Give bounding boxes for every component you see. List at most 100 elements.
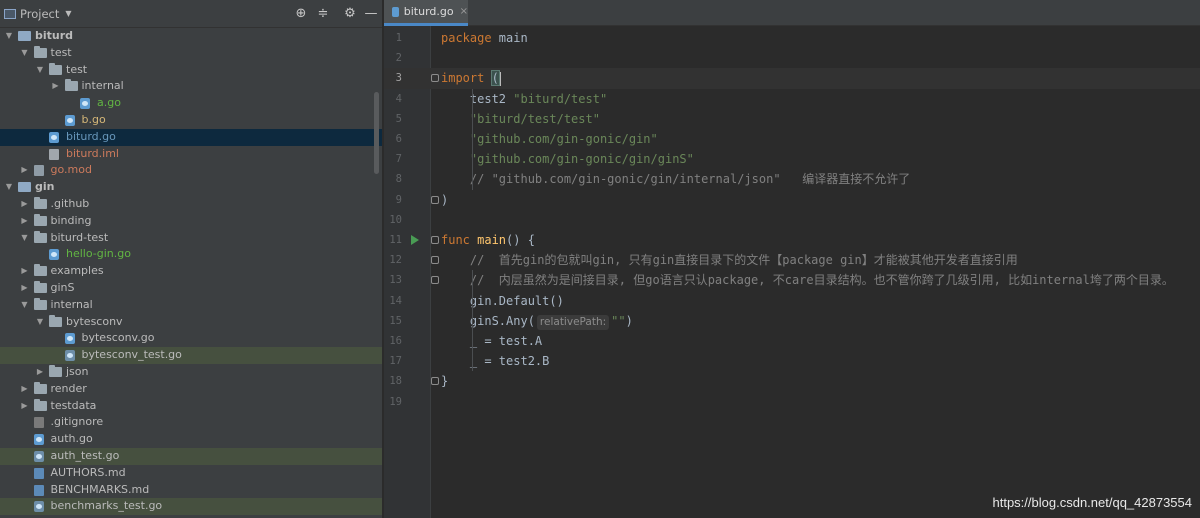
code-line[interactable]: 14 gin.Default() <box>384 291 1200 311</box>
tree-row[interactable]: ▶ testdata <box>0 398 382 415</box>
expand-arrow-icon[interactable]: ▼ <box>20 45 30 62</box>
code-line[interactable]: 6 "github.com/gin-gonic/gin" <box>384 129 1200 149</box>
code-line[interactable]: 5 "biturd/test/test" <box>384 109 1200 129</box>
code-line[interactable]: 10 <box>384 210 1200 230</box>
go-file-icon <box>64 114 75 126</box>
tree-row[interactable]: biturd.go <box>0 128 382 146</box>
expand-arrow-icon[interactable]: ▼ <box>4 179 14 196</box>
expand-arrow-icon[interactable]: ▼ <box>35 62 45 79</box>
collapse-arrow-icon[interactable]: ▶ <box>20 196 30 213</box>
collapse-all-icon[interactable]: ≑ <box>315 6 331 22</box>
tree-row[interactable]: ▼ test <box>0 45 382 62</box>
tree-row[interactable]: auth_test.go <box>0 447 382 465</box>
expand-arrow-icon[interactable]: ▼ <box>20 297 30 314</box>
tree-row[interactable]: biturd.iml <box>0 146 382 163</box>
tree-row[interactable]: hello-gin.go <box>0 246 382 263</box>
folder-icon <box>33 280 47 293</box>
tree-row[interactable]: ▶ ginS <box>0 280 382 297</box>
collapse-arrow-icon[interactable]: ▶ <box>35 364 45 381</box>
project-panel-header: Project ▼ ⊕ ≑ ⚙ — <box>0 0 382 28</box>
parameter-hint: relativePath: <box>536 314 610 330</box>
tree-item-label: hello-gin.go <box>66 247 131 261</box>
code-line[interactable]: 13 // 内层虽然为是间接目录, 但go语言只认package, 不care目… <box>384 270 1200 290</box>
code-line[interactable]: 7 "github.com/gin-gonic/gin/ginS" <box>384 149 1200 169</box>
tree-row[interactable]: ▼ internal <box>0 297 382 314</box>
fold-icon[interactable] <box>431 276 439 285</box>
code-token: // 内层虽然为是间接目录, 但go语言只认package, 不care目录结构… <box>441 273 1174 288</box>
code-line[interactable]: 15 ginS.Any(relativePath: "") <box>384 311 1200 331</box>
code-line[interactable]: 18} <box>384 371 1200 391</box>
code-line[interactable]: 19 <box>384 392 1200 412</box>
gear-icon[interactable]: ⚙ <box>342 6 358 22</box>
tree-row[interactable]: bytesconv_test.go <box>0 347 382 364</box>
tree-item-label: go.mod <box>50 163 92 177</box>
tree-item-label: json <box>66 364 89 378</box>
tree-row[interactable]: benchmarks_test.go <box>0 498 382 516</box>
collapse-arrow-icon[interactable]: ▶ <box>20 263 30 280</box>
code-token: func <box>441 233 478 247</box>
collapse-arrow-icon[interactable]: ▶ <box>20 162 30 179</box>
tab-biturd-go[interactable]: biturd.go × <box>384 0 468 26</box>
tree-row[interactable]: .gitignore <box>0 414 382 431</box>
tree-row[interactable]: ▶ examples <box>0 263 382 280</box>
collapse-arrow-icon[interactable]: ▶ <box>20 280 30 297</box>
run-icon[interactable] <box>411 235 419 245</box>
code-line[interactable]: 16 _ = test.A <box>384 331 1200 351</box>
tree-row[interactable]: ▶ internal <box>0 78 382 95</box>
fold-icon[interactable] <box>431 236 439 244</box>
line-number: 18 <box>389 375 402 388</box>
tree-row[interactable]: a.go <box>0 95 382 112</box>
go-test-file-icon <box>33 501 44 513</box>
code-line[interactable]: 1 package main <box>384 28 1200 48</box>
tree-row[interactable]: ▼ test <box>0 62 382 79</box>
tree-row[interactable]: auth.go <box>0 431 382 448</box>
collapse-arrow-icon[interactable]: ▶ <box>51 78 61 95</box>
code-line[interactable]: 9) <box>384 190 1200 210</box>
code-text: ) <box>441 190 448 210</box>
tree-row[interactable]: ▼ biturd <box>0 28 382 45</box>
tree-row[interactable]: ▼ biturd-test <box>0 230 382 247</box>
collapse-arrow-icon[interactable]: ▶ <box>20 381 30 398</box>
fold-icon[interactable] <box>431 74 439 83</box>
tree-row[interactable]: ▶ binding <box>0 213 382 230</box>
collapse-arrow-icon[interactable]: ▶ <box>20 213 30 230</box>
code-line[interactable]: 8 // "github.com/gin-gonic/gin/internal/… <box>384 169 1200 189</box>
project-tree: ▼ biturd ▼ test ▼ test ▶ internal a.go b.go biturd… <box>0 28 382 518</box>
tree-item-label: biturd.iml <box>66 146 119 160</box>
tree-row[interactable]: ▶ go.mod <box>0 162 382 179</box>
hide-panel-icon[interactable]: — <box>363 6 379 22</box>
expand-arrow-icon[interactable]: ▼ <box>35 314 45 331</box>
folder-icon <box>33 196 47 209</box>
locate-icon[interactable]: ⊕ <box>293 6 309 22</box>
code-token: ) <box>625 313 633 328</box>
tree-row[interactable]: ▼ bytesconv <box>0 314 382 331</box>
fold-icon[interactable] <box>431 377 439 386</box>
chevron-down-icon[interactable]: ▼ <box>65 9 71 18</box>
code-line[interactable]: 11 func main() { <box>384 230 1200 250</box>
code-text: // 内层虽然为是间接目录, 但go语言只认package, 不care目录结构… <box>441 270 1174 290</box>
expand-arrow-icon[interactable]: ▼ <box>4 28 14 45</box>
code-line[interactable]: 17 _ = test2.B <box>384 351 1200 371</box>
tree-row[interactable]: b.go <box>0 112 382 129</box>
tree-row[interactable]: ▶ render <box>0 381 382 398</box>
project-view-title[interactable]: Project <box>20 7 59 21</box>
tree-row[interactable]: BENCHMARKS.md <box>0 482 382 499</box>
tree-row[interactable]: ▼ gin <box>0 179 382 196</box>
line-number: 11 <box>389 234 402 246</box>
tree-row[interactable]: bytesconv.go <box>0 330 382 347</box>
code-line[interactable]: 4 test2 "biturd/test" <box>384 89 1200 109</box>
fold-icon[interactable] <box>431 195 439 204</box>
code-line[interactable]: 3 import ( <box>384 68 1200 89</box>
fold-icon[interactable] <box>431 256 439 265</box>
close-icon[interactable]: × <box>460 6 468 17</box>
expand-arrow-icon[interactable]: ▼ <box>20 230 30 247</box>
code-line[interactable]: 2 <box>384 48 1200 68</box>
tree-row[interactable]: AUTHORS.md <box>0 465 382 482</box>
tree-scrollbar[interactable] <box>374 92 379 174</box>
markdown-file-icon <box>33 484 44 496</box>
tree-row[interactable]: ▶ .github <box>0 196 382 213</box>
code-line[interactable]: 12 // 首先gin的包就叫gin, 只有gin直接目录下的文件【packag… <box>384 250 1200 270</box>
tree-row[interactable]: ▶ json <box>0 364 382 381</box>
code-text: "github.com/gin-gonic/gin" <box>441 129 658 149</box>
collapse-arrow-icon[interactable]: ▶ <box>20 398 30 415</box>
